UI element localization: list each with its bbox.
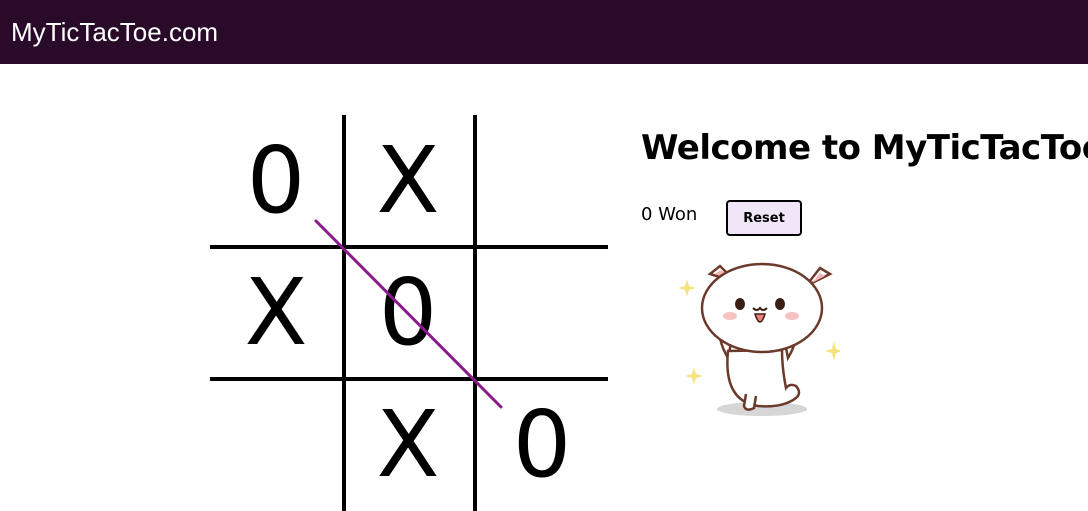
board-cell-r3-c3[interactable]: 0 xyxy=(476,379,608,511)
board-cell-r3-c1[interactable] xyxy=(210,379,342,511)
top-navbar: MyTicTacToe.com xyxy=(0,0,1088,64)
board-cell-r2-c3[interactable] xyxy=(476,247,608,379)
board-cell-r2-c2[interactable]: 0 xyxy=(342,247,474,379)
game-result-text: 0 Won xyxy=(641,204,698,225)
board-cell-r1-c3[interactable] xyxy=(476,115,608,247)
board-cell-r1-c1[interactable]: 0 xyxy=(210,115,342,247)
board-cell-r2-c1[interactable]: X xyxy=(210,247,342,379)
board-cell-r3-c2[interactable]: X xyxy=(342,379,474,511)
welcome-title: Welcome to MyTicTacToe xyxy=(641,128,1088,168)
reset-button[interactable]: Reset xyxy=(726,200,802,236)
dancing-cat-icon xyxy=(678,262,840,416)
game-board: 0 X X 0 X 0 xyxy=(210,115,610,511)
board-cell-r1-c2[interactable]: X xyxy=(342,115,474,247)
site-title[interactable]: MyTicTacToe.com xyxy=(11,17,218,48)
